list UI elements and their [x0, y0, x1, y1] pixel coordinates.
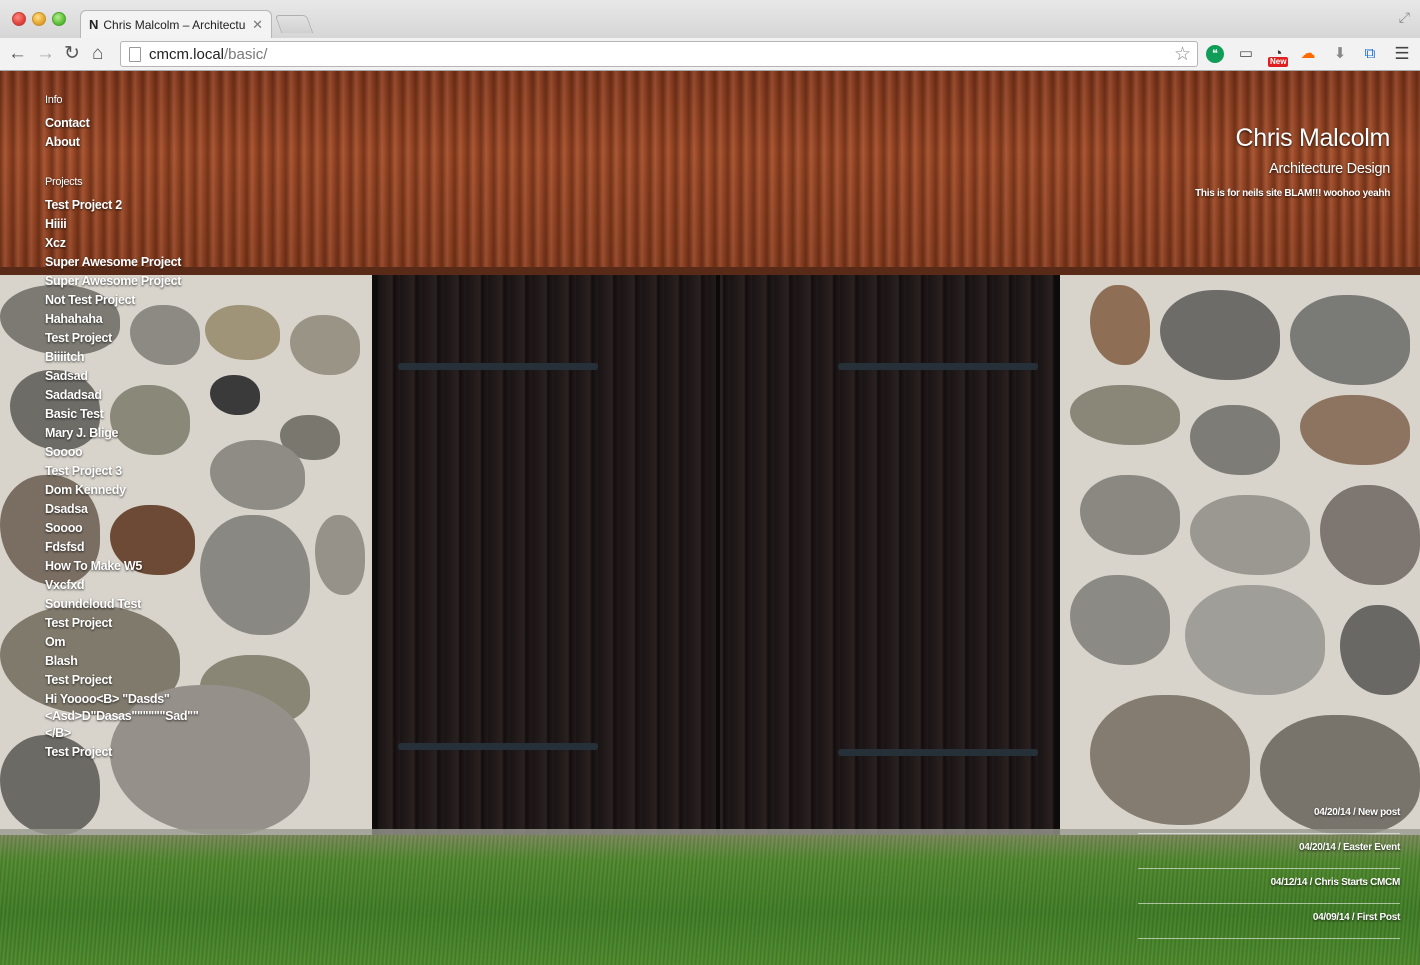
project-link[interactable]: Dom Kennedy — [45, 481, 345, 500]
stone — [1290, 295, 1410, 385]
info-list: Contact About — [45, 114, 345, 152]
site-subtitle: Architecture Design — [1269, 161, 1390, 177]
project-link[interactable]: Soundcloud Test — [45, 595, 345, 614]
web-page: Info Contact About Projects Test Project … — [0, 71, 1420, 965]
browser-toolbar: ← → ↻ ⌂ cmcm.local/basic/ ☆ ❝ ▭ ◔ New ☁ … — [0, 38, 1420, 71]
site-title[interactable]: Chris Malcolm — [1195, 123, 1391, 153]
stone — [1320, 485, 1420, 585]
project-link[interactable]: Not Test Project — [45, 291, 345, 310]
hinge — [398, 743, 598, 750]
stone — [1340, 605, 1420, 695]
info-section-label: Info — [45, 94, 63, 106]
window-resize-extension-icon[interactable]: ⧉ — [1360, 44, 1380, 64]
project-link[interactable]: Vxcfxd — [45, 576, 345, 595]
project-link[interactable]: Test Project — [45, 614, 345, 633]
url-host: cmcm.local — [149, 45, 225, 63]
project-link[interactable]: Test Project 3 — [45, 462, 345, 481]
browser-tab[interactable]: N Chris Malcolm – Architectu ✕ — [80, 10, 272, 38]
star-icon[interactable]: ☆ — [1174, 43, 1191, 66]
soundcloud-extension-icon[interactable]: ☁ — [1298, 44, 1318, 64]
stone — [1070, 575, 1170, 665]
address-bar[interactable]: cmcm.local/basic/ ☆ — [120, 41, 1198, 67]
project-link[interactable]: Super Awesome Project — [45, 253, 345, 272]
project-link[interactable]: Hi Yoooo<B> "Dasds" <Asd>D"Dasas""""""Sa… — [45, 690, 220, 743]
projects-section-label: Projects — [45, 176, 83, 188]
hinge — [838, 363, 1038, 370]
post-link[interactable]: 04/20/14 / Easter Event — [1138, 834, 1400, 869]
project-link[interactable]: Om — [45, 633, 345, 652]
stone — [1080, 475, 1180, 555]
reload-icon[interactable]: ↻ — [64, 42, 80, 66]
window-zoom-button[interactable] — [52, 12, 66, 26]
sidebar-nav: Info Contact About Projects Test Project … — [45, 93, 345, 762]
project-link[interactable]: Xcz — [45, 234, 345, 253]
forward-arrow-icon[interactable]: → — [36, 42, 55, 66]
project-link[interactable]: Fdsfsd — [45, 538, 345, 557]
stone — [1190, 495, 1310, 575]
stone — [1185, 585, 1325, 695]
site-favicon-icon: N — [89, 17, 99, 32]
project-link[interactable]: Test Project — [45, 329, 345, 348]
browser-titlebar: N Chris Malcolm – Architectu ✕ ⤢ — [0, 0, 1420, 38]
post-link[interactable]: 04/09/14 / First Post — [1138, 904, 1400, 939]
barn-door-background — [372, 275, 1060, 837]
page-icon — [129, 46, 141, 62]
project-link[interactable]: Biiiitch — [45, 348, 345, 367]
project-link[interactable]: Hahahaha — [45, 310, 345, 329]
project-link[interactable]: Super Awesome Project — [45, 272, 345, 291]
stone — [1190, 405, 1280, 475]
hangouts-extension-icon[interactable]: ❝ — [1206, 45, 1224, 63]
stone — [1160, 290, 1280, 380]
tab-close-icon[interactable]: ✕ — [252, 17, 263, 33]
window-minimize-button[interactable] — [32, 12, 46, 26]
hamburger-menu-icon[interactable]: ☰ — [1392, 44, 1412, 64]
project-link[interactable]: Dsadsa — [45, 500, 345, 519]
project-link[interactable]: Blash — [45, 652, 345, 671]
project-link[interactable]: How To Make W5 — [45, 557, 345, 576]
sidebar-item-about[interactable]: About — [45, 133, 345, 152]
hinge — [398, 363, 598, 370]
cast-screen-extension-icon[interactable]: ▭ — [1236, 44, 1256, 64]
hinge — [838, 749, 1038, 756]
url-path: /basic/ — [224, 45, 268, 63]
project-link[interactable]: Mary J. Blige — [45, 424, 345, 443]
recent-posts-list: 04/20/14 / New post 04/20/14 / Easter Eve… — [1138, 799, 1400, 939]
project-link[interactable]: Soooo — [45, 443, 345, 462]
new-badge: New — [1268, 57, 1289, 67]
tab-title: Chris Malcolm – Architectu — [103, 17, 246, 32]
window-close-button[interactable] — [12, 12, 26, 26]
fullscreen-icon[interactable]: ⤢ — [1399, 9, 1410, 26]
project-link[interactable]: Soooo — [45, 519, 345, 538]
back-arrow-icon[interactable]: ← — [8, 42, 27, 66]
project-link[interactable]: Basic Test — [45, 405, 345, 424]
url-text[interactable]: cmcm.local/basic/ — [149, 46, 267, 63]
projects-list: Test Project 2 Hiiii Xcz Super Awesome Proj… — [45, 196, 345, 762]
project-link[interactable]: Sadsad — [45, 367, 345, 386]
door-split — [716, 275, 720, 837]
sidebar-item-contact[interactable]: Contact — [45, 114, 345, 133]
download-extension-icon[interactable]: ⬇ — [1330, 44, 1350, 64]
home-icon[interactable]: ⌂ — [92, 42, 103, 66]
stone — [1300, 395, 1410, 465]
project-link[interactable]: Test Project — [45, 671, 345, 690]
new-tab-button[interactable] — [274, 15, 314, 33]
site-tagline: This is for neils site BLAM!!! woohoo ye… — [1195, 188, 1390, 199]
project-link[interactable]: Sadadsad — [45, 386, 345, 405]
project-link[interactable]: Hiiii — [45, 215, 345, 234]
project-link[interactable]: Test Project — [45, 743, 345, 762]
site-header: Chris Malcolm Architecture Design This i… — [1195, 123, 1390, 199]
stone — [1090, 285, 1150, 365]
project-link[interactable]: Test Project 2 — [45, 196, 345, 215]
post-link[interactable]: 04/12/14 / Chris Starts CMCM — [1138, 869, 1400, 904]
stone — [1070, 385, 1180, 445]
post-link[interactable]: 04/20/14 / New post — [1138, 799, 1400, 834]
